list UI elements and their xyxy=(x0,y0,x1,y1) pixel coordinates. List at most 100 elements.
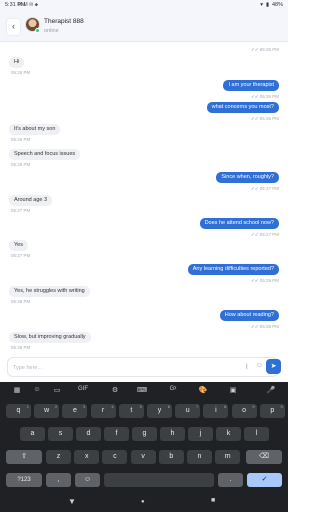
message-bubble-incoming[interactable]: Around age 3 xyxy=(9,195,53,206)
key-hint: 1 xyxy=(26,404,29,409)
key-hint: 0 xyxy=(280,404,283,409)
key-z[interactable]: z xyxy=(46,450,71,464)
message-bubble-outgoing[interactable]: How about reading? xyxy=(219,310,279,321)
one-handed-icon[interactable]: ▣ xyxy=(226,386,240,394)
key-hint: 9 xyxy=(252,404,255,409)
keyboard-icon[interactable]: ⌨ xyxy=(135,386,149,394)
key-l[interactable]: l xyxy=(244,427,269,441)
settings-gear-icon[interactable]: ⚙ xyxy=(108,386,122,394)
key-r[interactable]: r4 xyxy=(90,404,116,418)
key-u[interactable]: u7 xyxy=(175,404,201,418)
message-timestamp: ✓✓ 05:26 PM xyxy=(250,47,279,52)
key-e[interactable]: e3 xyxy=(62,404,88,418)
key-label: e xyxy=(72,407,77,414)
read-receipt-icon: ✓✓ xyxy=(250,94,260,99)
message-bubble-incoming[interactable]: Yes xyxy=(9,240,28,251)
message-timestamp: ✓✓ 05:26 PM xyxy=(250,116,279,121)
space-key[interactable] xyxy=(104,473,214,487)
key-label: i xyxy=(215,407,217,414)
key-label: n xyxy=(197,453,202,460)
key-label: t xyxy=(130,407,133,414)
key-c[interactable]: c xyxy=(102,450,128,464)
message-input[interactable] xyxy=(13,362,233,373)
message-list[interactable]: ✓✓ 05:26 PM Hi 05:26 PM I am your therap… xyxy=(0,42,288,353)
back-button[interactable]: ‹ xyxy=(7,19,20,35)
key-d[interactable]: d xyxy=(76,427,101,441)
message-bubble-incoming[interactable]: Yes, he struggles with writing xyxy=(9,286,90,297)
key-label: q xyxy=(16,407,21,414)
shift-key[interactable]: ⇧ xyxy=(6,450,42,464)
microphone-icon[interactable]: 🎤 xyxy=(264,386,278,394)
message-bubble-outgoing[interactable]: what concerns you most? xyxy=(206,102,279,113)
key-hint: 5 xyxy=(139,404,142,409)
key-g[interactable]: g xyxy=(132,427,157,441)
message-timestamp: ✓✓ 05:27 PM xyxy=(250,232,279,237)
key-p[interactable]: p0 xyxy=(259,404,285,418)
home-nav-icon[interactable]: ● xyxy=(141,499,145,505)
read-receipt-icon: ✓✓ xyxy=(250,186,260,191)
emoji-icon[interactable]: ☺ xyxy=(256,362,263,369)
message-bubble-outgoing[interactable]: Does he attend school now? xyxy=(199,218,279,229)
backspace-key[interactable]: ⌫ xyxy=(246,450,282,464)
message-bubble-outgoing[interactable]: I am your therapist xyxy=(223,80,279,91)
key-w[interactable]: w2 xyxy=(34,404,60,418)
key-a[interactable]: a xyxy=(20,427,45,441)
period-key[interactable]: . xyxy=(218,473,243,487)
comma-key[interactable]: , xyxy=(46,473,71,487)
key-n[interactable]: n xyxy=(187,450,212,464)
key-o[interactable]: o9 xyxy=(231,404,257,418)
chevron-left-icon: ‹ xyxy=(12,21,15,31)
system-navigation-bar: ▼ ● ■ xyxy=(0,494,288,512)
translate-icon[interactable]: Gᵡ xyxy=(166,386,180,392)
back-nav-icon[interactable]: ▼ xyxy=(68,497,76,506)
message-bubble-incoming[interactable]: Hi xyxy=(9,57,25,68)
recents-nav-icon[interactable]: ■ xyxy=(211,497,215,504)
message-bubble-outgoing[interactable]: Since when, roughly? xyxy=(216,172,279,183)
notification-icons: M M ✉ ⬥ xyxy=(18,2,39,8)
key-b[interactable]: b xyxy=(158,450,184,464)
message-bubble-incoming[interactable]: It's about my son xyxy=(9,124,61,135)
send-button[interactable]: ➤ xyxy=(266,359,281,374)
sticker-icon[interactable]: ☺ xyxy=(30,386,44,393)
key-hint: 2 xyxy=(54,404,58,409)
key-hint: 6 xyxy=(167,404,170,409)
keyboard-toolbar: ▦ ☺ ▭ GIF ⚙ ⌨ Gᵡ 🎨 ▣ 🎤 xyxy=(0,382,288,400)
chat-header: ‹ Therapist 888 online xyxy=(0,10,288,42)
message-composer: ⌇ ☺ ➤ xyxy=(0,353,288,382)
key-label: p xyxy=(270,407,275,414)
read-receipt-icon: ✓✓ xyxy=(250,116,260,121)
key-label: c xyxy=(113,453,117,460)
message-timestamp: 05:26 PM xyxy=(11,70,31,75)
message-bubble-incoming[interactable]: Speech and focus issues xyxy=(9,149,81,160)
key-t[interactable]: t5 xyxy=(118,404,144,418)
emoji-key[interactable]: ☺ xyxy=(75,473,100,487)
gif-button[interactable]: GIF xyxy=(76,386,90,392)
message-bubble-outgoing[interactable]: Any learning difficulties reported? xyxy=(187,264,279,275)
message-timestamp: 05:27 PM xyxy=(11,253,31,258)
clipboard-icon[interactable]: ▭ xyxy=(50,386,64,394)
key-m[interactable]: m xyxy=(215,450,241,464)
key-i[interactable]: i8 xyxy=(203,404,229,418)
key-label: j xyxy=(199,430,202,437)
key-label: s xyxy=(58,430,63,437)
attachment-icon[interactable]: ⌇ xyxy=(245,363,248,371)
enter-key[interactable]: ✓ xyxy=(247,473,282,487)
key-label: d xyxy=(86,430,91,437)
message-bubble-incoming[interactable]: Slow, but improving gradually xyxy=(9,332,91,343)
key-j[interactable]: j xyxy=(188,427,213,441)
key-y[interactable]: y6 xyxy=(147,404,172,418)
apps-grid-icon[interactable]: ▦ xyxy=(10,386,24,394)
key-q[interactable]: q1 xyxy=(6,404,31,418)
status-bar: 5:31 PM M M ✉ ⬥ ▾ ▮ 48% xyxy=(0,0,288,10)
symbols-key[interactable]: ?123 xyxy=(6,473,42,487)
message-timestamp: 05:27 PM xyxy=(11,208,31,213)
key-x[interactable]: x xyxy=(74,450,100,464)
theme-palette-icon[interactable]: 🎨 xyxy=(196,386,210,394)
key-label: m xyxy=(224,453,231,460)
key-h[interactable]: h xyxy=(160,427,185,441)
key-k[interactable]: k xyxy=(216,427,241,441)
key-f[interactable]: f xyxy=(104,427,129,441)
key-s[interactable]: s xyxy=(48,427,73,441)
key-label: g xyxy=(142,430,147,437)
key-v[interactable]: v xyxy=(130,450,156,464)
